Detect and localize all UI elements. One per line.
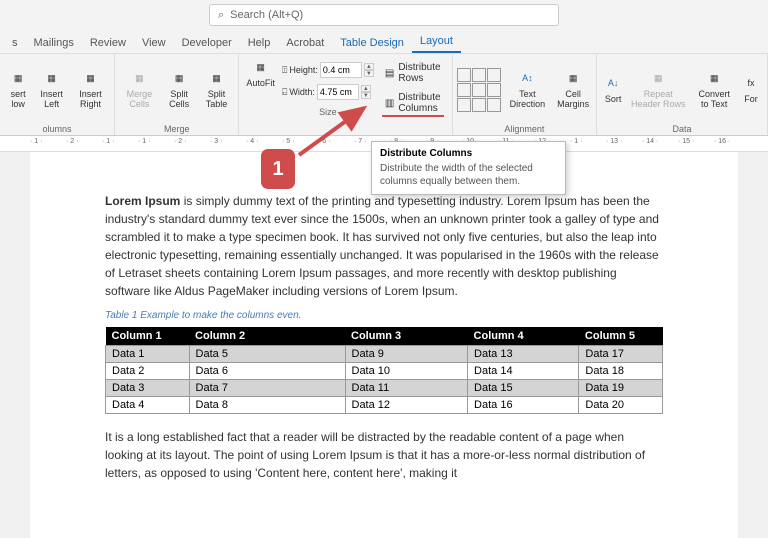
text-direction-button[interactable]: A↕Text Direction [507,68,549,112]
table-row: Data 2Data 6Data 10Data 14Data 18 [106,363,663,380]
tab-review[interactable]: Review [82,33,134,53]
dist-cols-icon: ▥ [385,98,394,109]
height-spinner[interactable]: ▲▼ [364,63,374,77]
distribute-columns-tooltip: Distribute Columns Distribute the width … [371,141,566,195]
search-box[interactable]: ⌕ Search (Alt+Q) [209,4,559,26]
cell-margins-button[interactable]: ▦Cell Margins [554,68,592,112]
insert-below-button[interactable]: ▦sert low [4,57,32,122]
autofit-button[interactable]: ▦AutoFit [243,57,278,91]
table-row: Data 4Data 8Data 12Data 16Data 20 [106,397,663,414]
group-data: A↓Sort ▦Repeat Header Rows ▦Convert to T… [597,54,768,135]
width-icon: ⍇ [282,87,287,98]
convert-icon: ▦ [705,70,723,88]
tab-acrobat[interactable]: Acrobat [278,33,332,53]
repeat-header-button[interactable]: ▦Repeat Header Rows [627,57,689,122]
sort-icon: A↓ [604,75,622,93]
table-caption[interactable]: Table 1 Example to make the columns even… [105,310,663,321]
paragraph-1[interactable]: Lorem Ipsum is simply dummy text of the … [105,192,663,300]
formula-button[interactable]: fxFor [739,57,763,122]
distribute-columns-button[interactable]: ▥Distribute Columns [382,91,444,117]
data-table[interactable]: Column 1 Column 2 Column 3 Column 4 Colu… [105,327,663,414]
sort-button[interactable]: A↓Sort [601,57,625,122]
group-alignment: A↕Text Direction ▦Cell Margins Alignment [453,54,598,135]
group-rows-cols: ▦sert low ▦Insert Left ▦Insert Right olu… [0,54,115,135]
insert-below-icon: ▦ [9,70,27,88]
height-input[interactable] [320,62,362,78]
height-row: ⍐ Height: ▲▼ [282,61,374,79]
merge-icon: ▦ [130,70,148,88]
table-row: Data 3Data 7Data 11Data 15Data 19 [106,380,663,397]
tab-layout[interactable]: Layout [412,31,461,53]
merge-cells-button[interactable]: ▦Merge Cells [119,57,160,122]
tab-developer[interactable]: Developer [174,33,240,53]
insert-left-icon: ▦ [43,70,61,88]
group-merge: ▦Merge Cells ▦Split Cells ▦Split Table M… [115,54,239,135]
annotation-badge-1: 1 [261,149,295,189]
insert-left-button[interactable]: ▦Insert Left [34,57,69,122]
tab-view[interactable]: View [134,33,174,53]
repeat-icon: ▦ [649,70,667,88]
search-placeholder: Search (Alt+Q) [230,9,303,21]
title-bar: ⌕ Search (Alt+Q) [0,0,768,30]
alignment-grid[interactable] [457,68,501,112]
document-area[interactable]: Lorem Ipsum is simply dummy text of the … [30,152,738,538]
tooltip-title: Distribute Columns [380,148,557,159]
formula-icon: fx [742,75,760,93]
ribbon: ▦sert low ▦Insert Left ▦Insert Right olu… [0,54,768,136]
tab-table-design[interactable]: Table Design [332,33,412,53]
width-input[interactable] [317,84,359,100]
split-cells-button[interactable]: ▦Split Cells [162,57,197,122]
split-icon: ▦ [170,70,188,88]
split-table-button[interactable]: ▦Split Table [199,57,235,122]
width-spinner[interactable]: ▲▼ [361,85,371,99]
insert-right-button[interactable]: ▦Insert Right [71,57,110,122]
split-table-icon: ▦ [207,70,225,88]
table-header-row[interactable]: Column 1 Column 2 Column 3 Column 4 Colu… [106,327,663,346]
convert-text-button[interactable]: ▦Convert to Text [691,57,737,122]
dist-rows-icon: ▤ [385,68,394,79]
table-row: Data 1Data 5Data 9Data 13Data 17 [106,346,663,363]
tab-mailings[interactable]: Mailings [26,33,82,53]
tab-help[interactable]: Help [240,33,279,53]
height-icon: ⍐ [282,65,287,76]
tab-partial[interactable]: s [4,33,26,53]
tooltip-description: Distribute the width of the selected col… [380,162,557,188]
text-direction-icon: A↕ [518,70,536,88]
cell-margins-icon: ▦ [564,70,582,88]
annotation-arrow [294,100,374,160]
insert-right-icon: ▦ [81,70,99,88]
distribute-rows-button[interactable]: ▤Distribute Rows [382,61,444,85]
autofit-icon: ▦ [252,59,270,77]
search-icon: ⌕ [218,9,224,22]
ribbon-tabs: s Mailings Review View Developer Help Ac… [0,30,768,54]
width-row: ⍇ Width: ▲▼ [282,83,374,101]
paragraph-2[interactable]: It is a long established fact that a rea… [105,428,663,482]
